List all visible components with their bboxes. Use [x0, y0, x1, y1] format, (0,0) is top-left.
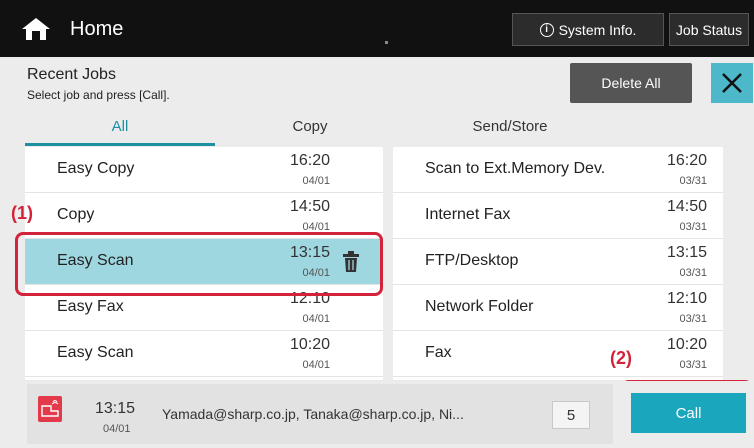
- tab-copy[interactable]: Copy: [215, 118, 405, 146]
- job-status-button[interactable]: Job Status: [669, 13, 749, 46]
- job-name: Internet Fax: [425, 206, 511, 223]
- job-date: 03/31: [679, 221, 707, 233]
- system-info-button[interactable]: i System Info.: [512, 13, 664, 46]
- info-icon: i: [539, 22, 554, 37]
- job-time: 16:20: [289, 152, 330, 169]
- annotation-label-2: (2): [610, 348, 632, 368]
- job-time: 14:50: [666, 198, 707, 215]
- page-title: Home: [70, 18, 124, 40]
- system-info-label: System Info.: [558, 21, 637, 38]
- job-date: 03/31: [679, 267, 707, 279]
- job-name: Fax: [425, 344, 452, 361]
- title-corner-mark: [385, 41, 388, 44]
- job-name: Scan to Ext.Memory Dev.: [425, 160, 606, 177]
- annotation-label-1: (1): [11, 203, 33, 223]
- home-button[interactable]: [11, 9, 61, 49]
- job-name: Easy Copy: [57, 160, 135, 177]
- recent-jobs-instruction: Select job and press [Call].: [27, 88, 170, 102]
- fax-icon: [38, 396, 62, 422]
- job-time: 13:15: [666, 244, 707, 261]
- selected-job-destinations: Yamada@sharp.co.jp, Tanaka@sharp.co.jp, …: [162, 406, 464, 422]
- selected-job-date: 04/01: [103, 423, 131, 435]
- job-name: Network Folder: [425, 298, 534, 315]
- active-tab-indicator: [25, 143, 215, 146]
- delete-all-button[interactable]: Delete All: [570, 63, 692, 103]
- job-name: Easy Scan: [57, 344, 134, 361]
- tab-send-store[interactable]: Send/Store: [415, 118, 605, 146]
- job-time: 10:20: [289, 336, 330, 353]
- job-row[interactable]: Scan to Ext.Memory Dev. 16:20 03/31: [393, 147, 723, 193]
- job-row[interactable]: Fax 10:20 03/31: [393, 331, 723, 377]
- job-time: 10:20: [666, 336, 707, 353]
- scroll-gutter: [728, 147, 754, 380]
- job-row[interactable]: Easy Copy 16:20 04/01: [25, 147, 383, 193]
- job-time: 16:20: [666, 152, 707, 169]
- job-date: 04/01: [302, 175, 330, 187]
- job-row[interactable]: Network Folder 12:10 03/31: [393, 285, 723, 331]
- job-row[interactable]: Internet Fax 14:50 03/31: [393, 193, 723, 239]
- job-time: 14:50: [289, 198, 330, 215]
- close-icon: [722, 73, 742, 93]
- job-name: FTP/Desktop: [425, 252, 519, 269]
- job-name: Copy: [57, 206, 95, 223]
- job-name: Easy Fax: [57, 298, 124, 315]
- call-button[interactable]: Call: [631, 393, 746, 433]
- job-time: 12:10: [666, 290, 707, 307]
- home-icon: [22, 18, 50, 40]
- close-button[interactable]: [711, 63, 753, 103]
- tab-all[interactable]: All: [25, 118, 215, 146]
- job-date: 03/31: [679, 359, 707, 371]
- job-list-right: Scan to Ext.Memory Dev. 16:20 03/31 Inte…: [393, 147, 723, 380]
- job-date: 04/01: [302, 313, 330, 325]
- annotation-box-1: [15, 232, 383, 296]
- job-row[interactable]: Easy Scan 10:20 04/01: [25, 331, 383, 377]
- job-date: 04/01: [302, 359, 330, 371]
- destination-count-badge: 5: [552, 401, 590, 429]
- selected-job-time: 13:15: [95, 400, 136, 417]
- job-date: 03/31: [679, 175, 707, 187]
- job-date: 03/31: [679, 313, 707, 325]
- job-row[interactable]: FTP/Desktop 13:15 03/31: [393, 239, 723, 285]
- recent-jobs-title: Recent Jobs: [27, 66, 116, 83]
